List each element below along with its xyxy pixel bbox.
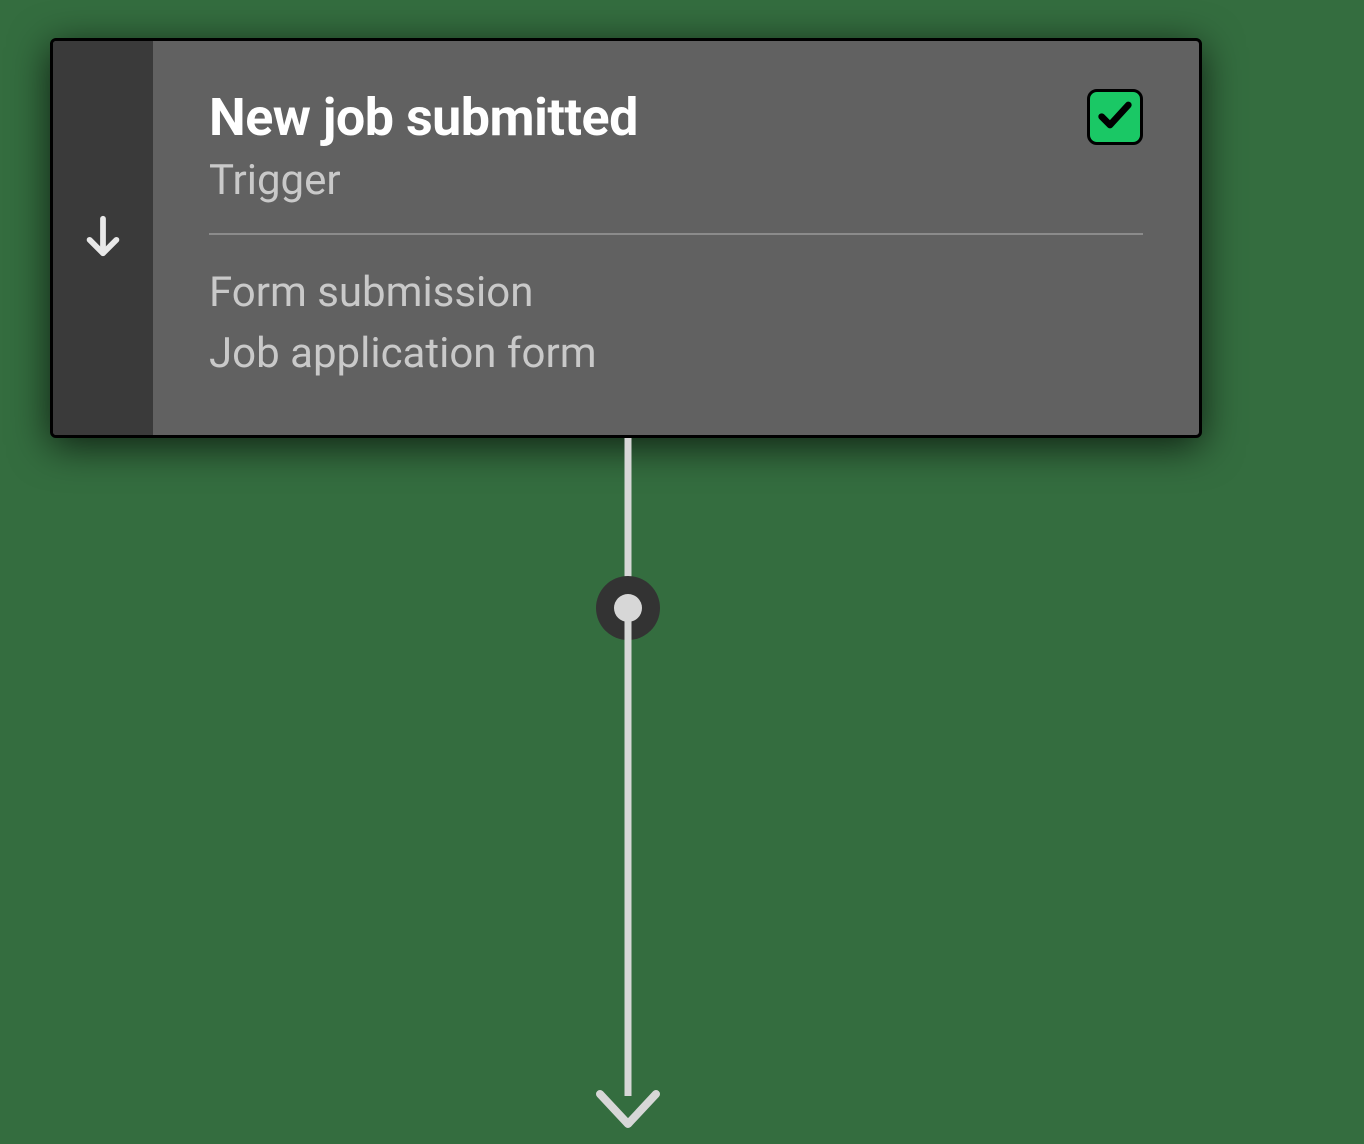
connector-node[interactable]: [596, 576, 660, 640]
check-icon: [1095, 95, 1135, 139]
card-detail-line-2: Job application form: [209, 324, 1143, 385]
circle-icon: [614, 594, 642, 622]
drag-handle[interactable]: [53, 41, 153, 435]
connector-line: [625, 608, 632, 1096]
card-body: New job submitted Trigger Form submissio…: [153, 41, 1199, 435]
arrow-down-icon: [80, 213, 126, 263]
card-title: New job submitted: [209, 89, 1143, 146]
status-badge: [1087, 89, 1143, 145]
connector-arrow[interactable]: [592, 1084, 664, 1134]
card-subtitle: Trigger: [209, 156, 1143, 205]
divider: [209, 233, 1143, 235]
arrow-down-icon: [592, 1084, 664, 1134]
trigger-card[interactable]: New job submitted Trigger Form submissio…: [50, 38, 1202, 438]
connector: [598, 438, 658, 1138]
card-detail-line-1: Form submission: [209, 263, 1143, 324]
